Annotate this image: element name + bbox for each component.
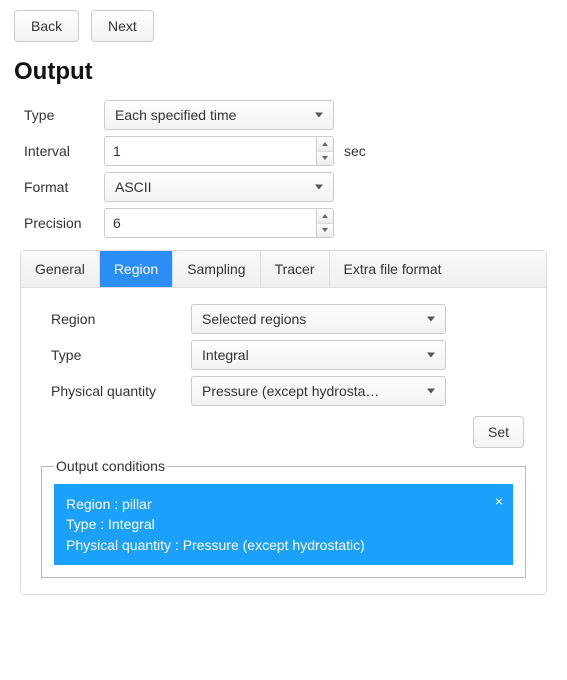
physical-quantity-label: Physical quantity: [51, 383, 191, 399]
condition-line-type: Type : Integral: [66, 514, 483, 534]
physical-quantity-select[interactable]: Pressure (except hydrosta…: [191, 376, 446, 406]
back-button[interactable]: Back: [14, 10, 79, 42]
precision-input[interactable]: [104, 208, 316, 238]
region-type-select[interactable]: Integral: [191, 340, 446, 370]
set-button[interactable]: Set: [473, 416, 524, 448]
interval-step-up[interactable]: [317, 137, 333, 152]
precision-stepper: [104, 208, 334, 238]
format-select[interactable]: ASCII: [104, 172, 334, 202]
tab-sampling[interactable]: Sampling: [173, 251, 260, 287]
tab-extra-file-format[interactable]: Extra file format: [330, 251, 547, 287]
tab-general[interactable]: General: [21, 251, 100, 287]
triangle-down-icon: [322, 228, 328, 232]
condition-line-region: Region : pillar: [66, 494, 483, 514]
tab-tracer[interactable]: Tracer: [261, 251, 330, 287]
output-conditions-legend: Output conditions: [54, 458, 167, 474]
output-conditions-fieldset: Output conditions Region : pillar Type :…: [41, 458, 526, 578]
region-tab-content: Region Selected regions Type Integral Ph…: [21, 288, 546, 406]
interval-unit: sec: [344, 143, 366, 159]
chevron-down-icon: [315, 185, 323, 190]
physical-quantity-select-value: Pressure (except hydrosta…: [202, 383, 419, 399]
interval-step-down[interactable]: [317, 152, 333, 166]
region-select-value: Selected regions: [202, 311, 419, 327]
type-select-value: Each specified time: [115, 107, 236, 123]
type-select[interactable]: Each specified time: [104, 100, 334, 130]
condition-line-pq: Physical quantity : Pressure (except hyd…: [66, 535, 483, 555]
precision-step-up[interactable]: [317, 209, 333, 224]
interval-input[interactable]: [104, 136, 316, 166]
region-label: Region: [51, 311, 191, 327]
section-heading: Output: [14, 58, 553, 86]
next-button[interactable]: Next: [91, 10, 154, 42]
close-icon[interactable]: ×: [495, 494, 503, 508]
type-label: Type: [24, 107, 104, 123]
chevron-down-icon: [427, 317, 435, 322]
condition-item[interactable]: Region : pillar Type : Integral Physical…: [54, 484, 513, 565]
triangle-up-icon: [322, 214, 328, 218]
tab-region[interactable]: Region: [100, 251, 173, 287]
nav-buttons: Back Next: [14, 10, 553, 42]
chevron-down-icon: [315, 113, 323, 118]
chevron-down-icon: [427, 353, 435, 358]
tab-bar: General Region Sampling Tracer Extra fil…: [21, 251, 546, 288]
output-tab-panel: General Region Sampling Tracer Extra fil…: [20, 250, 547, 595]
interval-label: Interval: [24, 143, 104, 159]
region-type-select-value: Integral: [202, 347, 419, 363]
output-form: Type Each specified time Interval sec Fo…: [24, 100, 553, 238]
chevron-down-icon: [427, 389, 435, 394]
format-label: Format: [24, 179, 104, 195]
precision-step-down[interactable]: [317, 224, 333, 238]
region-select[interactable]: Selected regions: [191, 304, 446, 334]
format-select-value: ASCII: [115, 179, 152, 195]
triangle-up-icon: [322, 142, 328, 146]
triangle-down-icon: [322, 156, 328, 160]
region-type-label: Type: [51, 347, 191, 363]
interval-stepper: [104, 136, 334, 166]
precision-label: Precision: [24, 215, 104, 231]
